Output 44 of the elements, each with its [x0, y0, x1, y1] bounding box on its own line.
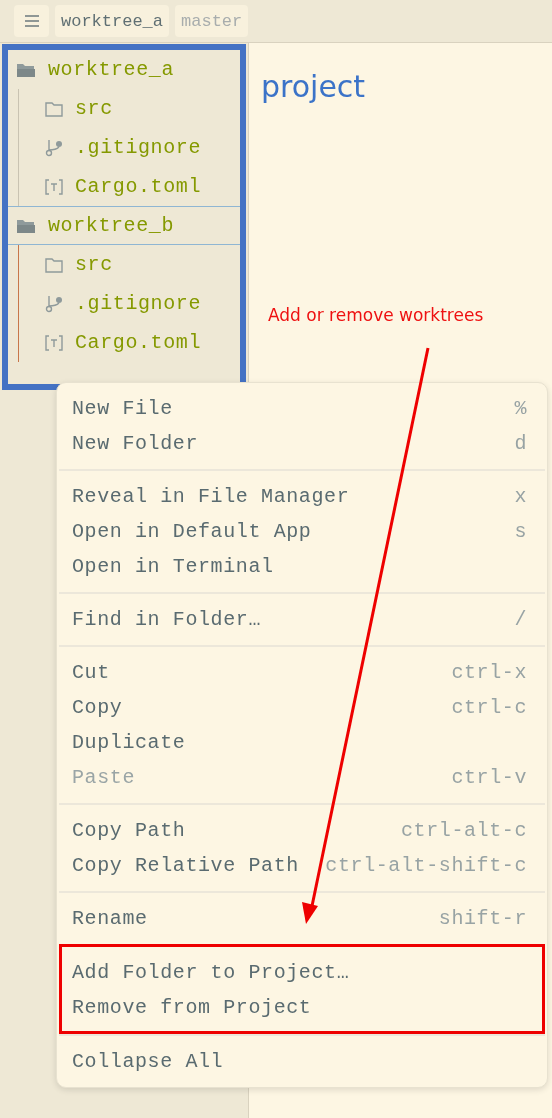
file-name: src [75, 97, 113, 120]
breadcrumb-button[interactable]: worktree_a [55, 5, 170, 37]
file-name: .gitignore [75, 136, 202, 159]
folder-name: worktree_b [48, 214, 175, 237]
folder-icon [45, 256, 63, 273]
menu-item[interactable]: Copy Path ctrl-alt-c [59, 813, 545, 848]
annotation-text: Add or remove worktrees [268, 305, 484, 325]
folder-icon [45, 100, 63, 117]
tree-item[interactable]: worktree_b [8, 206, 240, 245]
file-name: src [75, 253, 113, 276]
folder-icon [16, 217, 36, 234]
menu-item[interactable]: Reveal in File Manager x [59, 479, 545, 514]
tree-item[interactable]: src [19, 245, 240, 284]
tree-item[interactable]: Cargo.toml [19, 167, 240, 206]
menu-item[interactable]: Collapse All [59, 1044, 545, 1079]
menu-item[interactable]: New Folder d [59, 426, 545, 461]
branch-icon [45, 138, 63, 157]
tree-item[interactable]: .gitignore [19, 284, 240, 323]
branch-icon [45, 294, 63, 313]
menu-button[interactable] [14, 5, 49, 37]
menu-item[interactable]: New File % [59, 391, 545, 426]
folder-icon [16, 61, 36, 78]
menu-item[interactable]: Remove from Project [59, 990, 545, 1025]
tree-item[interactable]: src [19, 89, 240, 128]
menu-item[interactable]: Find in Folder… / [59, 602, 545, 637]
menu-item[interactable]: Rename shift-r [59, 901, 545, 936]
tree-item[interactable]: worktree_a [8, 50, 240, 89]
editor-title: project [261, 69, 366, 104]
folder-name: worktree_a [48, 58, 175, 81]
tree-item[interactable]: Cargo.toml [19, 323, 240, 362]
menu-item[interactable]: Add Folder to Project… [59, 955, 545, 990]
menu-item[interactable]: Open in Terminal [59, 549, 545, 584]
tree-item[interactable]: .gitignore [19, 128, 240, 167]
file-name: Cargo.toml [75, 175, 202, 198]
menu-item[interactable]: Copy Relative Path ctrl-alt-shift-c [59, 848, 545, 883]
document-icon [45, 333, 63, 352]
menu-item[interactable]: Cut ctrl-x [59, 655, 545, 690]
file-name: .gitignore [75, 292, 202, 315]
menu-icon [23, 14, 40, 28]
menu-item[interactable]: Copy ctrl-c [59, 690, 545, 725]
document-icon [45, 177, 63, 196]
menu-item[interactable]: Duplicate [59, 725, 545, 760]
file-name: Cargo.toml [75, 331, 202, 354]
menu-item[interactable]: Open in Default App s [59, 514, 545, 549]
